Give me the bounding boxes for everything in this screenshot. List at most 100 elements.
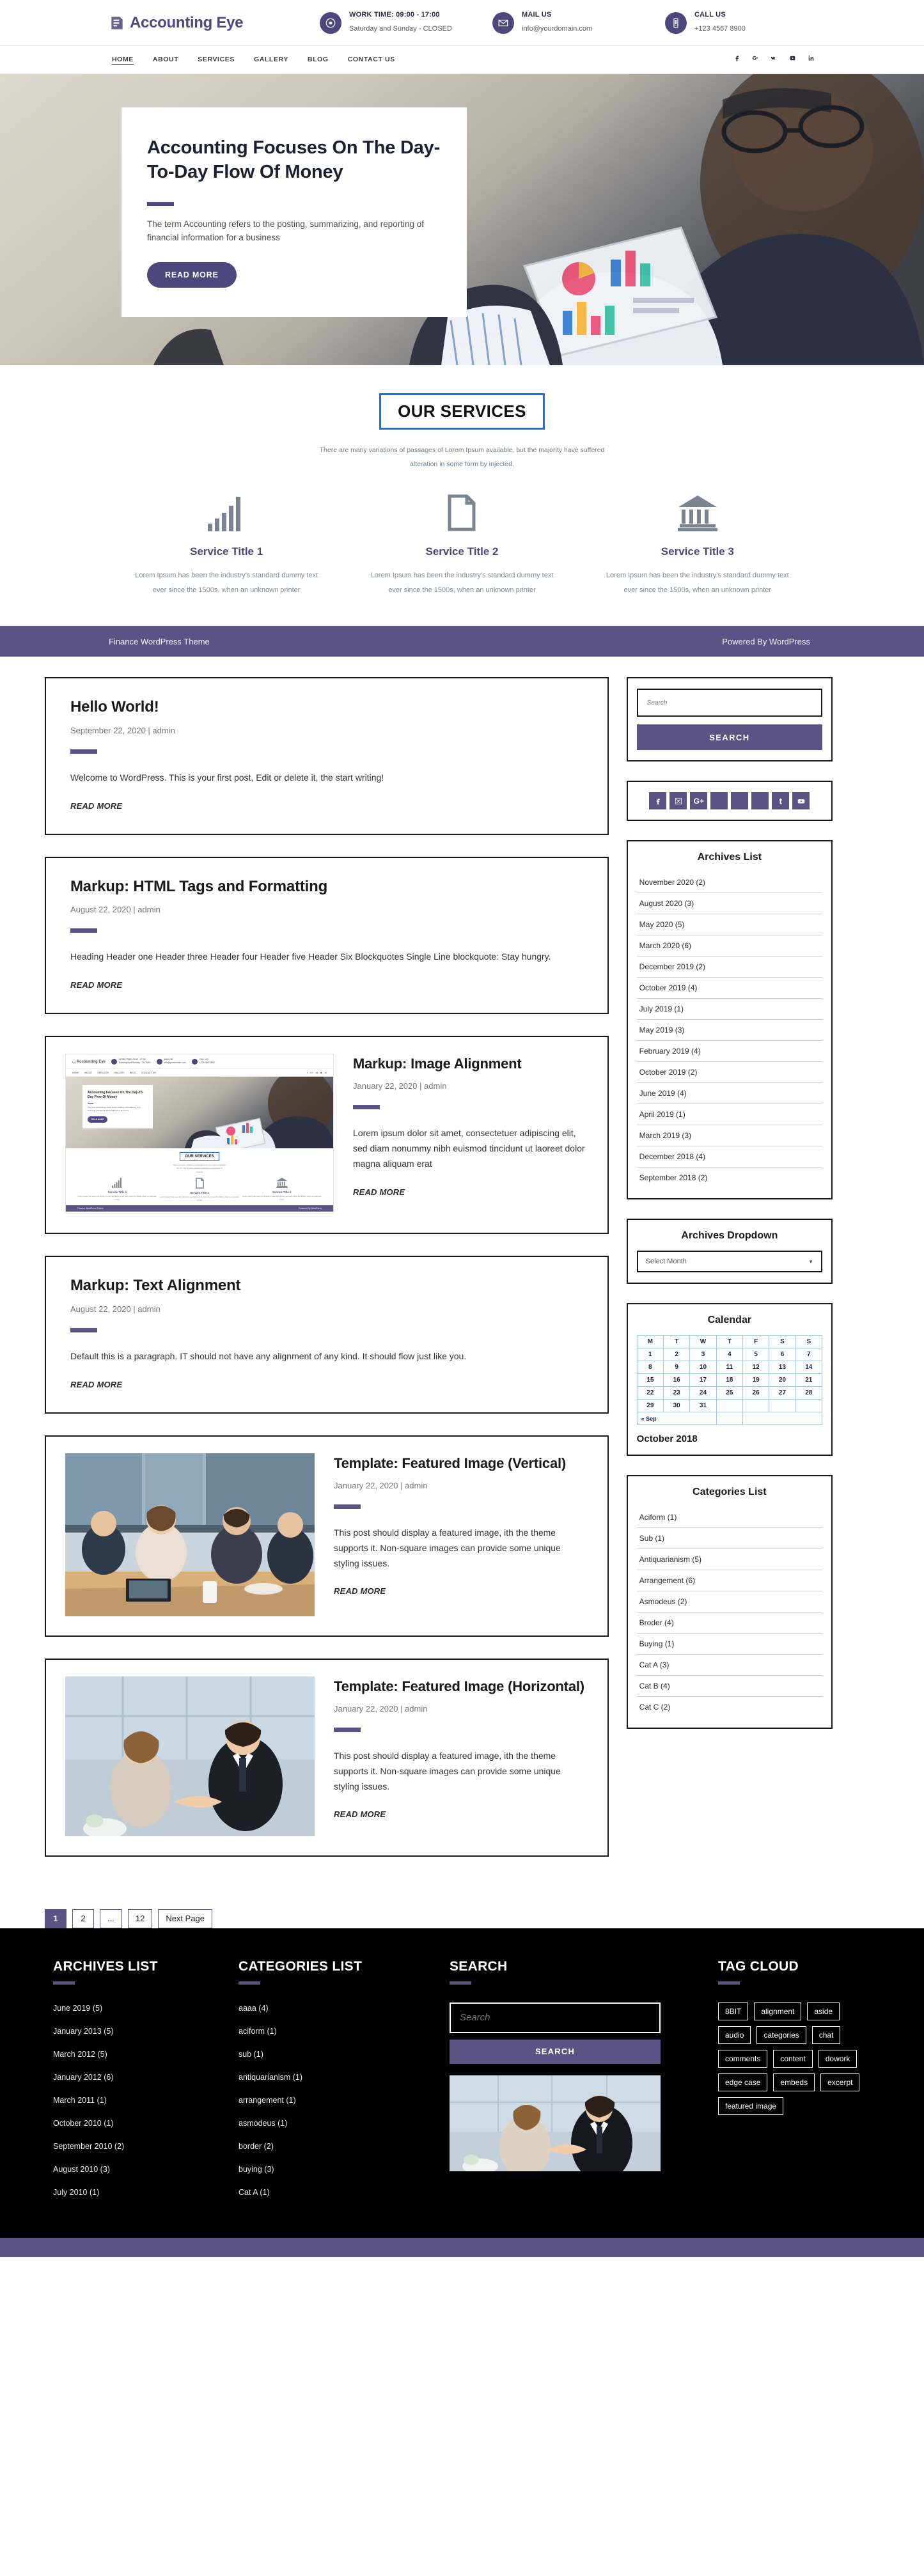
tag-link[interactable]: dowork	[818, 2049, 857, 2068]
footer-archive-link[interactable]: September 2010 (2)	[53, 2142, 124, 2151]
post-thumbnail[interactable]: ◡ Accounting Eye WORK TIME: 09:00 - 17:0…	[65, 1054, 334, 1214]
calendar-day[interactable]: 3	[689, 1348, 717, 1362]
calendar-day[interactable]: 10	[689, 1361, 717, 1375]
service-card-2[interactable]: Service Title 2 Lorem Ipsum has been the…	[344, 493, 579, 598]
post-read-more-link[interactable]: READ MORE	[70, 1380, 122, 1389]
calendar-day[interactable]: 13	[769, 1361, 796, 1375]
calendar-day[interactable]: 11	[716, 1361, 743, 1375]
hero-read-more-button[interactable]: READ MORE	[147, 262, 237, 288]
calendar-day[interactable]: 23	[662, 1386, 691, 1400]
calendar-day[interactable]: 30	[662, 1399, 691, 1413]
footer-category-link[interactable]: border (2)	[239, 2142, 274, 2151]
tumblr-icon[interactable]: t	[772, 792, 790, 810]
post-thumbnail[interactable]	[65, 1453, 315, 1616]
footer-search-button[interactable]: SEARCH	[450, 2039, 661, 2064]
tag-link[interactable]: chat	[811, 2026, 841, 2044]
nav-item-about[interactable]: ABOUT	[153, 56, 178, 65]
category-link[interactable]: Antiquarianism (5)	[636, 1549, 822, 1571]
footer-category-link[interactable]: antiquarianism (1)	[239, 2073, 302, 2082]
calendar-day[interactable]: 5	[742, 1348, 770, 1362]
category-link[interactable]: Arrangement (6)	[636, 1570, 822, 1592]
post-read-more-link[interactable]: READ MORE	[70, 801, 122, 811]
service-card-1[interactable]: Service Title 1 Lorem Ipsum has been the…	[109, 493, 344, 598]
archive-link[interactable]: October 2019 (2)	[636, 1062, 822, 1084]
linkedin-icon[interactable]	[807, 54, 815, 66]
post-title[interactable]: Markup: Image Alignment	[353, 1055, 588, 1073]
calendar-day[interactable]: 26	[742, 1386, 770, 1400]
archive-link[interactable]: December 2018 (4)	[636, 1146, 822, 1168]
post-read-more-link[interactable]: READ MORE	[353, 1187, 405, 1197]
archive-link[interactable]: March 2020 (6)	[636, 935, 822, 957]
archive-link[interactable]: June 2019 (4)	[636, 1083, 822, 1105]
nav-item-services[interactable]: SERVICES	[198, 56, 235, 65]
footer-archive-link[interactable]: June 2019 (5)	[53, 2004, 102, 2013]
calendar-day[interactable]: 2	[662, 1348, 691, 1362]
post-thumbnail[interactable]	[65, 1676, 315, 1836]
category-link[interactable]: Broder (4)	[636, 1612, 822, 1634]
calendar-day[interactable]: 17	[689, 1373, 717, 1387]
tag-link[interactable]: aside	[807, 2002, 840, 2020]
archive-link[interactable]: March 2019 (3)	[636, 1125, 822, 1147]
calendar-day[interactable]: 28	[795, 1386, 823, 1400]
footer-archive-link[interactable]: January 2013 (5)	[53, 2027, 114, 2036]
facebook-icon[interactable]	[733, 54, 741, 66]
archive-link[interactable]: May 2020 (5)	[636, 914, 822, 936]
calendar-day[interactable]: 9	[662, 1361, 691, 1375]
category-link[interactable]: Sub (1)	[636, 1528, 822, 1550]
calendar-day[interactable]: 4	[716, 1348, 743, 1362]
next-page-button[interactable]: Next Page	[158, 1909, 213, 1928]
footer-archive-link[interactable]: July 2010 (1)	[53, 2188, 99, 2197]
youtube-icon[interactable]	[792, 792, 810, 810]
calendar-day[interactable]: 16	[662, 1373, 691, 1387]
nav-item-contact-us[interactable]: CONTACT US	[348, 56, 395, 65]
post-title[interactable]: Template: Featured Image (Vertical)	[334, 1455, 588, 1472]
tag-link[interactable]: embeds	[773, 2073, 815, 2091]
calendar-day[interactable]: 24	[689, 1386, 717, 1400]
archive-link[interactable]: February 2019 (4)	[636, 1041, 822, 1063]
archive-link[interactable]: December 2019 (2)	[636, 956, 822, 978]
search-button[interactable]: SEARCH	[636, 724, 822, 751]
calendar-day[interactable]: 14	[795, 1361, 823, 1375]
vk-icon[interactable]	[770, 54, 778, 66]
page-button-12[interactable]: 12	[127, 1909, 153, 1928]
tag-link[interactable]: alignment	[754, 2002, 802, 2020]
page-button-1[interactable]: 1	[45, 1909, 67, 1928]
calendar-day[interactable]: 25	[716, 1386, 743, 1400]
blank-icon[interactable]	[751, 792, 769, 810]
calendar-day[interactable]: 22	[636, 1386, 664, 1400]
archive-link[interactable]: November 2020 (2)	[636, 872, 822, 894]
archives-month-select[interactable]: Select Month ▼	[636, 1251, 822, 1273]
google-plus-icon[interactable]: G+	[690, 792, 708, 810]
footer-category-link[interactable]: Cat A (1)	[239, 2188, 270, 2197]
footer-category-link[interactable]: aaaa (4)	[239, 2004, 269, 2013]
archive-link[interactable]: August 2020 (3)	[636, 893, 822, 915]
category-link[interactable]: Asmodeus (2)	[636, 1591, 822, 1613]
blank-icon[interactable]	[731, 792, 749, 810]
category-link[interactable]: Cat C (2)	[637, 1697, 822, 1717]
blank-icon[interactable]	[710, 792, 728, 810]
google-plus-icon[interactable]	[751, 54, 760, 66]
post-read-more-link[interactable]: READ MORE	[334, 1586, 386, 1596]
footer-archive-link[interactable]: March 2012 (5)	[53, 2050, 107, 2059]
calendar-day[interactable]: 29	[636, 1399, 664, 1413]
footer-archive-link[interactable]: October 2010 (1)	[53, 2119, 114, 2128]
post-title[interactable]: Hello World!	[70, 698, 583, 717]
post-title[interactable]: Markup: HTML Tags and Formatting	[70, 877, 583, 897]
calendar-day[interactable]: 6	[769, 1348, 796, 1362]
tag-link[interactable]: 8BIT	[718, 2002, 749, 2020]
service-card-3[interactable]: Service Title 3 Lorem Ipsum has been the…	[580, 493, 815, 598]
calendar-day[interactable]: 8	[636, 1361, 664, 1375]
tag-link[interactable]: categories	[756, 2026, 806, 2044]
archive-link[interactable]: April 2019 (1)	[636, 1104, 822, 1126]
twitter-x-icon[interactable]	[670, 792, 687, 810]
category-link[interactable]: Aciform (1)	[636, 1507, 822, 1529]
category-link[interactable]: Buying (1)	[636, 1634, 822, 1655]
footer-search-input[interactable]	[450, 2002, 661, 2033]
calendar-day[interactable]: 19	[742, 1373, 770, 1387]
nav-item-blog[interactable]: BLOG	[308, 56, 329, 65]
search-input[interactable]	[636, 689, 822, 717]
calendar-day[interactable]: 12	[742, 1361, 770, 1375]
footer-archive-link[interactable]: March 2011 (1)	[53, 2096, 107, 2105]
calendar-day[interactable]: 21	[795, 1373, 823, 1387]
site-logo[interactable]: Accounting Eye	[109, 14, 320, 32]
